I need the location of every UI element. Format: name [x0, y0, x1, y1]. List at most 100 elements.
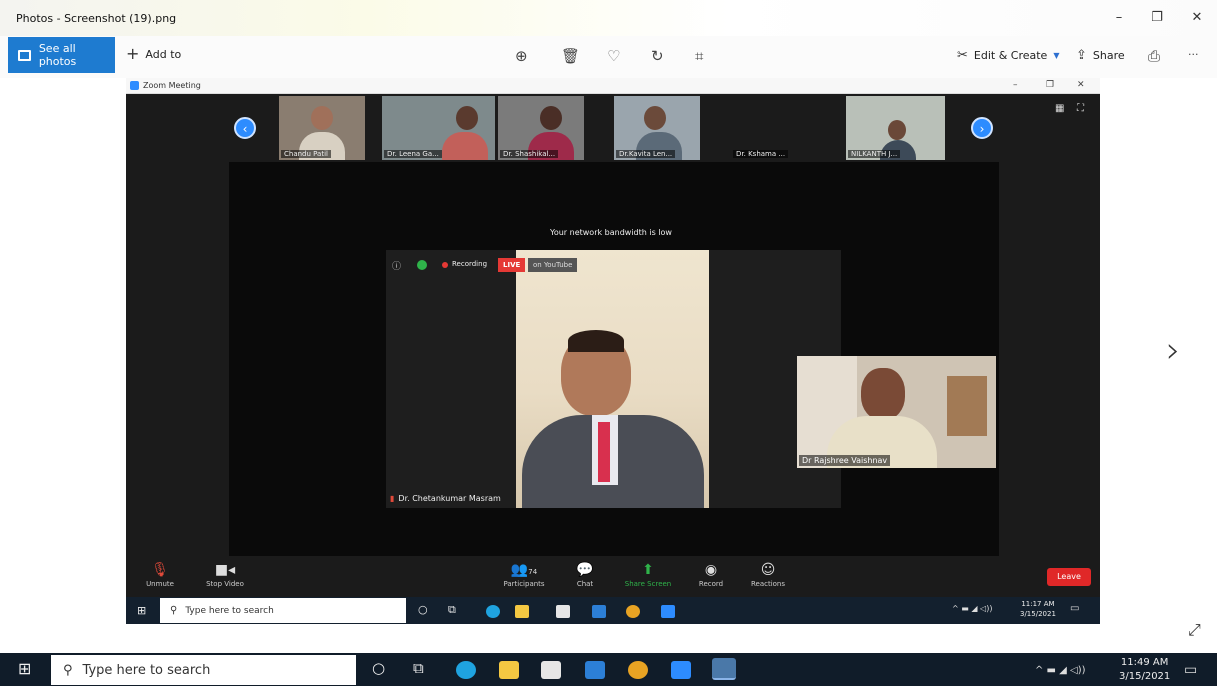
zoom-close-button[interactable]: ✕ — [1077, 80, 1085, 90]
chevron-down-icon: ▼ — [1053, 51, 1060, 60]
cortana-icon[interactable]: ○ — [372, 659, 385, 677]
clock-time: 11:49 AM — [1120, 657, 1169, 668]
crop-icon[interactable]: ⌗ — [695, 47, 703, 65]
reactions-button[interactable]: ☺ Reactions — [738, 562, 798, 588]
participant-thumbnail[interactable]: Dr.Kavita Len... — [614, 96, 700, 160]
inner-search-placeholder: Type here to search — [185, 605, 274, 616]
notification-center-icon[interactable]: ▭ — [1184, 662, 1197, 678]
inner-time: 11:17 AM — [1021, 600, 1055, 608]
inner-store-icon[interactable] — [556, 605, 570, 618]
bandwidth-warning: Your network bandwidth is low — [550, 228, 672, 237]
file-explorer-icon[interactable] — [499, 661, 519, 679]
store-icon[interactable] — [541, 661, 561, 679]
taskbar-search-box[interactable]: ⚲ Type here to search — [51, 655, 356, 685]
zoom-app-icon[interactable] — [671, 661, 691, 679]
stop-video-label: Stop Video — [206, 580, 244, 588]
maximize-button[interactable]: ❐ — [1146, 8, 1168, 28]
participants-count: 74 — [528, 568, 538, 576]
print-icon[interactable]: ⎙ — [1148, 47, 1160, 65]
participant-thumbnail[interactable]: Dr. Kshama ... — [731, 96, 817, 160]
zoom-logo-icon — [130, 81, 139, 90]
inner-mail-icon[interactable] — [592, 605, 606, 618]
next-photo-chevron-icon[interactable]: › — [1166, 330, 1180, 371]
edit-scissors-icon: ✂ — [957, 48, 968, 63]
leave-meeting-button[interactable]: Leave — [1047, 568, 1091, 586]
fullscreen-icon[interactable]: ⛶ — [1077, 103, 1084, 114]
youtube-stream-badge[interactable]: on YouTube — [528, 258, 578, 272]
participant-thumbnail[interactable]: Chandu Patil — [279, 96, 365, 160]
share-button[interactable]: ⇪ Share — [1076, 48, 1125, 63]
zoom-maximize-button[interactable]: ❐ — [1046, 80, 1054, 90]
stop-video-button[interactable]: ■◂ Stop Video — [195, 562, 255, 588]
zoom-window-title: Zoom Meeting — [143, 81, 201, 90]
inner-system-tray-icons[interactable]: ^ ▬ ◢ ◁)) — [952, 604, 992, 613]
more-options-icon[interactable]: ··· — [1188, 48, 1199, 61]
inner-task-view-icon[interactable]: ⧉ — [448, 603, 456, 617]
record-label: Record — [698, 580, 724, 588]
taskbar-clock[interactable]: 11:49 AM 3/15/2021 — [1119, 656, 1170, 684]
gallery-view-icon[interactable]: ▦ — [1055, 103, 1064, 114]
zoom-titlebar — [126, 78, 1100, 94]
security-shield-icon[interactable] — [417, 260, 427, 270]
participant-thumbnail[interactable]: NILKANTH J... — [846, 96, 945, 160]
chat-bubble-icon: 💬 — [576, 562, 594, 578]
inner-edge-icon[interactable] — [486, 605, 500, 618]
zoom-in-icon[interactable]: ⊕ — [515, 47, 528, 65]
add-to-button[interactable]: + Add to — [126, 46, 181, 62]
participant-thumbnail[interactable]: Dr. Shashikal... — [498, 96, 584, 160]
chrome-icon[interactable] — [628, 661, 648, 679]
inner-notification-icon[interactable]: ▭ — [1070, 603, 1079, 614]
rotate-icon[interactable]: ↻ — [651, 47, 664, 65]
inner-cortana-icon[interactable]: ○ — [418, 603, 428, 616]
system-tray-icons[interactable]: ^ ▬ ◢ ◁)) — [1035, 665, 1086, 676]
minimize-button[interactable]: – — [1108, 8, 1130, 28]
inner-zoom-icon[interactable] — [661, 605, 675, 618]
see-all-photos-button[interactable]: See all photos — [8, 37, 115, 73]
edit-create-button[interactable]: ✂ Edit & Create ▼ — [957, 48, 1060, 63]
participants-icon: 👥74 — [510, 562, 538, 578]
edge-icon[interactable] — [456, 661, 476, 679]
inner-chrome-icon[interactable] — [626, 605, 640, 618]
record-button[interactable]: ◉ Record — [681, 562, 741, 588]
recording-dot-icon — [442, 262, 448, 268]
windows-start-icon[interactable]: ⊞ — [18, 659, 31, 678]
inner-clock[interactable]: 11:17 AM 3/15/2021 — [1020, 599, 1056, 619]
favorite-heart-icon[interactable]: ♡ — [607, 47, 620, 65]
edit-create-label: Edit & Create — [973, 49, 1048, 62]
inner-search-box[interactable]: ⚲ Type here to search — [160, 598, 406, 623]
participants-label: Participants — [503, 580, 545, 588]
next-page-icon[interactable]: › — [971, 117, 993, 139]
inner-windows-start-icon[interactable]: ⊞ — [137, 604, 146, 617]
pip-speaker-name: Dr Rajshree Vaishnav — [799, 455, 891, 466]
pip-video[interactable]: Dr Rajshree Vaishnav — [797, 356, 996, 468]
share-screen-icon: ⬆ — [642, 562, 654, 578]
muted-mic-icon: 🎙 — [151, 562, 169, 578]
photos-icon — [18, 49, 31, 61]
zoom-minimize-button[interactable]: – — [1013, 80, 1018, 90]
participant-name: Dr. Leena Ga... — [384, 150, 442, 158]
unmute-button[interactable]: 🎙 Unmute — [130, 562, 190, 588]
photos-app-icon[interactable] — [712, 658, 736, 680]
clock-date: 3/15/2021 — [1119, 671, 1171, 682]
info-icon[interactable]: ⓘ — [392, 259, 401, 272]
mail-icon[interactable] — [585, 661, 605, 679]
chat-button[interactable]: 💬 Chat — [555, 562, 615, 588]
prev-page-icon[interactable]: ‹ — [234, 117, 256, 139]
delete-icon[interactable]: 🗑 — [561, 47, 580, 65]
inner-date: 3/15/2021 — [1020, 610, 1056, 618]
see-all-photos-label: See all photos — [38, 42, 77, 68]
live-badge[interactable]: LIVE — [498, 258, 526, 272]
task-view-icon[interactable]: ⧉ — [413, 659, 424, 677]
window-title: Photos - Screenshot (19).png — [16, 12, 177, 25]
inner-file-explorer-icon[interactable] — [515, 605, 529, 618]
close-button[interactable]: ✕ — [1186, 8, 1208, 28]
participants-button[interactable]: 👥74 Participants — [494, 562, 554, 588]
participant-name: Dr.Kavita Len... — [616, 150, 676, 158]
share-screen-label: Share Screen — [624, 580, 672, 588]
share-screen-button[interactable]: ⬆ Share Screen — [618, 562, 678, 588]
expand-icon[interactable]: ⤢ — [1188, 620, 1201, 640]
participant-thumbnail[interactable]: Dr. Leena Ga... — [382, 96, 495, 160]
photos-titlebar — [0, 0, 1217, 36]
search-icon: ⚲ — [170, 605, 178, 616]
participant-name: NILKANTH J... — [848, 150, 901, 158]
